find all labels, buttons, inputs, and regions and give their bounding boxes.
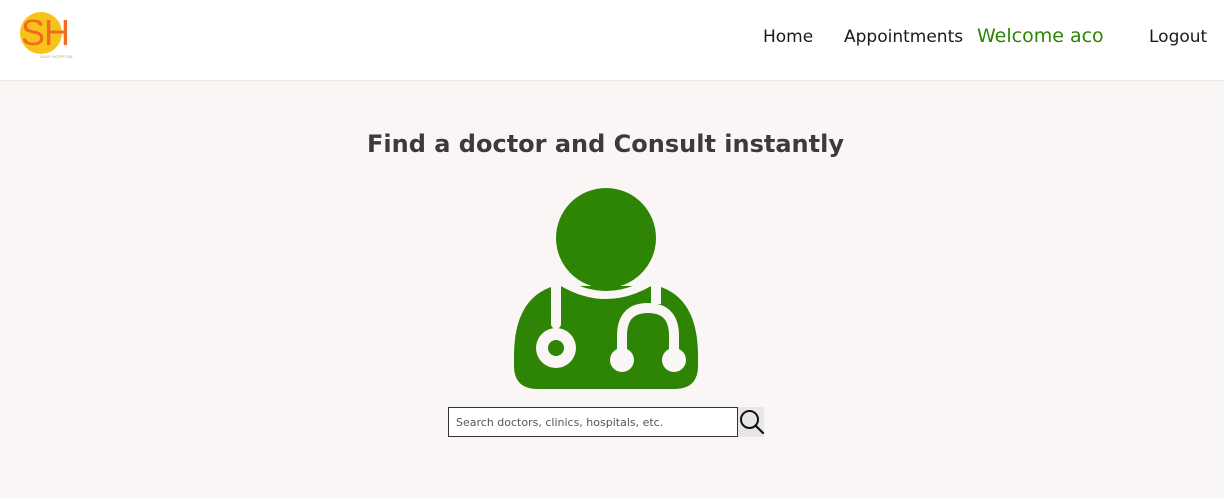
search-button[interactable] [737, 407, 765, 437]
logo[interactable]: SH SUVI HOSPITAL [18, 10, 84, 62]
search-input[interactable] [449, 408, 737, 436]
logo-text: SH [21, 12, 70, 53]
doctor-stethoscope-icon [512, 186, 700, 392]
nav-appointments-link[interactable]: Appointments [844, 26, 963, 48]
search-bar [448, 407, 765, 437]
nav-logout-link[interactable]: Logout [1149, 26, 1207, 48]
header: SH SUVI HOSPITAL Home Appointments Welco… [0, 0, 1224, 81]
page-title: Find a doctor and Consult instantly [367, 130, 844, 158]
search-icon [740, 410, 765, 435]
welcome-user-text: Welcome aco [977, 25, 1104, 47]
nav-home-link[interactable]: Home [763, 26, 813, 48]
logo-subtext: SUVI HOSPITAL [40, 54, 74, 59]
